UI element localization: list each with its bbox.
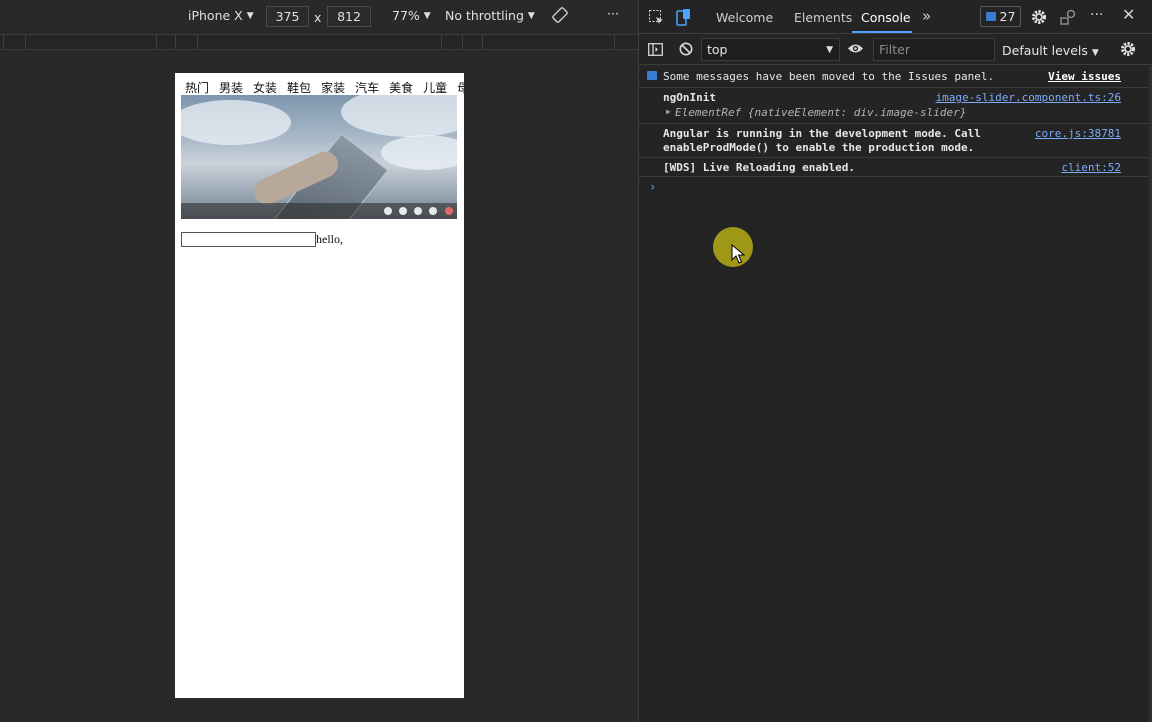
issues-icon [985,12,996,21]
sidebar-toggle-icon[interactable] [648,43,663,59]
more-tabs-icon[interactable]: » [922,9,931,24]
message-text: Some messages have been moved to the Iss… [663,70,995,83]
settings-gear-icon[interactable] [1031,9,1047,28]
console-message: [WDS] Live Reloading enabled. client:52 [639,159,1152,177]
log-levels-select[interactable]: Default levels ▼ [1002,43,1099,58]
console-message: Angular is running in the development mo… [639,125,1152,158]
zoom-select[interactable]: 77% ▼ [392,8,431,23]
category-tabs: 热门 男装 女装 鞋包 家装 汽车 美食 儿童 母婴 [185,79,464,96]
context-select[interactable]: top ▼ [701,38,840,61]
device-emulation-area: iPhone X ▼ 375 x 812 77% ▼ No throttling… [0,0,638,722]
console-message: Some messages have been moved to the Iss… [639,66,1152,88]
element-ref-detail[interactable]: ElementRef {nativeElement: div.image-sli… [675,106,966,119]
inspect-element-icon[interactable] [648,9,664,28]
slider-dot-active[interactable] [445,207,453,215]
device-toggle-icon[interactable] [676,8,692,29]
dimension-separator: x [314,10,322,25]
log-levels-label: Default levels [1002,43,1088,58]
slider-dot[interactable] [414,207,422,215]
more-options-icon[interactable]: ··· [1090,8,1103,22]
issues-count: 27 [999,9,1016,24]
device-viewport: 热门 男装 女装 鞋包 家装 汽车 美食 儿童 母婴 [175,73,464,698]
more-options-icon[interactable]: ··· [607,6,619,21]
chevron-down-icon: ▼ [826,44,833,55]
active-tab-indicator [852,31,912,33]
chevron-down-icon: ▼ [246,10,254,21]
category-tab[interactable]: 母婴 [457,79,464,96]
category-tab[interactable]: 热门 [185,79,209,96]
mouse-pointer-icon [731,244,745,264]
customize-icon[interactable] [1060,9,1077,28]
console-settings-gear-icon[interactable] [1120,41,1136,60]
tab-welcome[interactable]: Welcome [716,10,773,25]
live-expression-eye-icon[interactable] [847,42,864,58]
rotate-icon[interactable] [552,7,568,23]
category-tab[interactable]: 鞋包 [287,79,311,96]
media-query-ruler [0,34,638,50]
devtools-tab-bar: Welcome Elements Console » 27 ··· ✕ [639,0,1152,34]
tab-console[interactable]: Console [861,10,911,25]
category-tab[interactable]: 汽车 [355,79,379,96]
width-input[interactable]: 375 [266,6,309,27]
slider-dot[interactable] [399,207,407,215]
device-toolbar: iPhone X ▼ 375 x 812 77% ▼ No throttling… [0,0,638,33]
close-icon[interactable]: ✕ [1122,7,1135,23]
throttling-label: No throttling [445,8,524,23]
category-tab[interactable]: 家装 [321,79,345,96]
filter-input[interactable]: Filter [873,38,995,61]
chevron-down-icon: ▼ [423,10,431,21]
devtools-panel: Welcome Elements Console » 27 ··· ✕ top … [638,0,1152,722]
category-tab[interactable]: 美食 [389,79,413,96]
category-tab[interactable]: 女装 [253,79,277,96]
console-toolbar: top ▼ Filter Default levels ▼ [639,35,1152,65]
message-text: Angular is running in the development mo… [663,127,981,140]
chevron-down-icon: ▼ [1091,48,1099,58]
console-message: ngOnInit image-slider.component.ts:26 ▶ … [639,89,1152,124]
console-prompt[interactable]: › [649,180,656,194]
slider-indicator-bar [181,203,457,219]
category-tab[interactable]: 儿童 [423,79,447,96]
slider-dot[interactable] [429,207,437,215]
source-link[interactable]: core.js:38781 [1035,127,1121,140]
message-text: ngOnInit [663,91,716,104]
clear-console-icon[interactable] [679,42,693,59]
issues-badge[interactable]: 27 [980,6,1021,27]
throttling-select[interactable]: No throttling ▼ [445,8,535,23]
context-value: top [707,42,728,57]
source-link[interactable]: client:52 [1061,161,1121,174]
greeting-text: hello, [316,232,343,246]
expand-triangle-icon[interactable]: ▶ [666,107,671,116]
chevron-down-icon: ▼ [527,10,535,21]
name-input[interactable] [181,232,316,247]
category-tab[interactable]: 男装 [219,79,243,96]
zoom-label: 77% [392,8,420,23]
view-issues-link[interactable]: View issues [1048,70,1121,83]
height-input[interactable]: 812 [327,6,371,27]
greeting-row: hello, [181,232,343,247]
issues-info-icon [647,71,657,80]
message-text-line2: enableProdMode() to enable the productio… [663,141,975,154]
source-link[interactable]: image-slider.component.ts:26 [936,91,1121,104]
device-select[interactable]: iPhone X ▼ [188,8,254,23]
message-text: [WDS] Live Reloading enabled. [663,161,856,174]
tab-elements[interactable]: Elements [794,10,852,25]
device-name: iPhone X [188,8,243,23]
slider-dot[interactable] [384,207,392,215]
image-slider[interactable] [181,95,457,219]
